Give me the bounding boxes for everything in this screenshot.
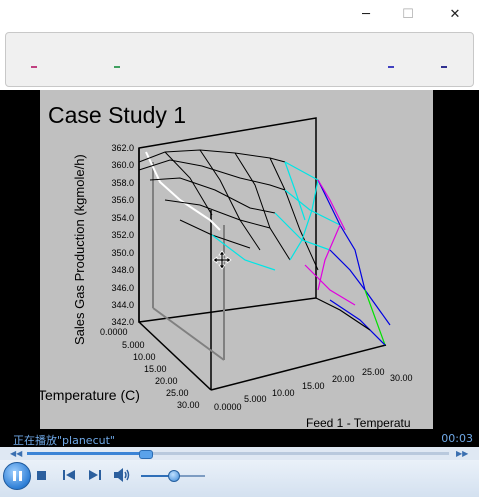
right-axis-line [210,344,387,391]
move-cursor-icon [212,250,232,270]
toolbar-mark [441,66,447,68]
left-tick: 0.0000 [100,327,128,337]
next-icon[interactable] [88,469,102,481]
surface-mesh [138,149,319,271]
mesh-line [149,177,276,214]
stop-button[interactable] [37,471,46,480]
right-tick: 5.000 [244,394,267,404]
mesh-line [315,297,371,331]
right-tick: 20.00 [332,374,355,384]
video-area[interactable]: Case Study 1 Sales Gas Production (kgmol… [0,90,479,429]
toolbar-panel [5,32,474,87]
left-tick: 15.00 [144,364,167,374]
surface-plot: Sales Gas Production (kgmole/h) 362.0 36… [40,117,413,429]
seek-bar[interactable] [27,450,449,459]
pause-icon [18,471,22,481]
seek-thumb[interactable] [139,450,154,459]
pause-icon [12,471,16,481]
left-axis-label: Temperature (C) [40,387,140,403]
surface-colored [211,161,391,346]
mesh-line [274,212,331,251]
cutting-plane [138,117,317,361]
seek-back-icon[interactable]: ◀◀ [10,449,22,458]
seek-forward-icon[interactable]: ▶▶ [456,449,468,458]
volume-thumb[interactable] [168,470,180,482]
mesh-line [289,179,319,261]
mesh-line [138,149,286,163]
maximize-button[interactable]: ☐ [388,0,428,29]
volume-slider[interactable] [141,470,205,482]
mesh-line [138,159,286,191]
playback-controls [0,460,479,497]
left-tick: 10.00 [133,352,156,362]
right-axis-label: Feed 1 - Temperatu [306,416,411,429]
right-tick: 25.00 [362,367,385,377]
z-tick: 346.0 [111,283,134,293]
close-button[interactable]: ✕ [435,0,475,29]
mesh-line [234,152,291,261]
z-tick: 352.0 [111,230,134,240]
z-tick: 362.0 [111,143,134,153]
status-bar: 正在播放"planecut" 00:03 [0,429,479,447]
plot-frame: Case Study 1 Sales Gas Production (kgmol… [40,90,433,429]
seek-bar-row: ◀◀ ▶▶ [0,447,479,460]
right-tick: 0.0000 [214,402,242,412]
z-tick: 358.0 [111,178,134,188]
z-tick: 354.0 [111,213,134,223]
previous-icon[interactable] [62,469,76,481]
toolbar-mark [31,66,37,68]
right-axis-ticks: 0.0000 5.000 10.00 15.00 20.00 25.00 30.… [214,367,413,412]
right-tick: 10.00 [272,388,295,398]
seek-progress [27,452,146,455]
pause-button[interactable] [3,462,31,490]
left-tick: 25.00 [166,388,189,398]
toolbar-mark [388,66,394,68]
speaker-icon[interactable] [113,467,131,483]
left-tick: 5.000 [122,340,145,350]
now-playing-text: 正在播放"planecut" [13,434,115,447]
mesh-line [199,149,261,251]
right-tick: 15.00 [302,381,325,391]
mesh-line [329,249,391,326]
z-tick: 344.0 [111,300,134,310]
left-tick: 20.00 [155,376,178,386]
z-tick: 360.0 [111,160,134,170]
plane-outline [138,117,317,323]
title-bar: ─ ☐ ✕ [0,0,479,29]
right-tick: 30.00 [390,373,413,383]
left-tick: 30.00 [177,400,200,410]
z-tick: 350.0 [111,248,134,258]
mesh-line [317,179,346,231]
elapsed-time: 00:03 [441,432,473,445]
mesh-line [164,199,271,229]
z-tick: 342.0 [111,317,134,327]
z-axis-label: Sales Gas Production (kgmole/h) [72,154,87,345]
toolbar-mark [114,66,120,68]
minimize-button[interactable]: ─ [346,0,386,29]
z-tick: 348.0 [111,265,134,275]
mesh-line [364,289,386,346]
z-axis-ticks: 362.0 360.0 358.0 356.0 354.0 352.0 350.… [111,143,134,327]
z-tick: 356.0 [111,195,134,205]
mesh-line [317,179,366,291]
